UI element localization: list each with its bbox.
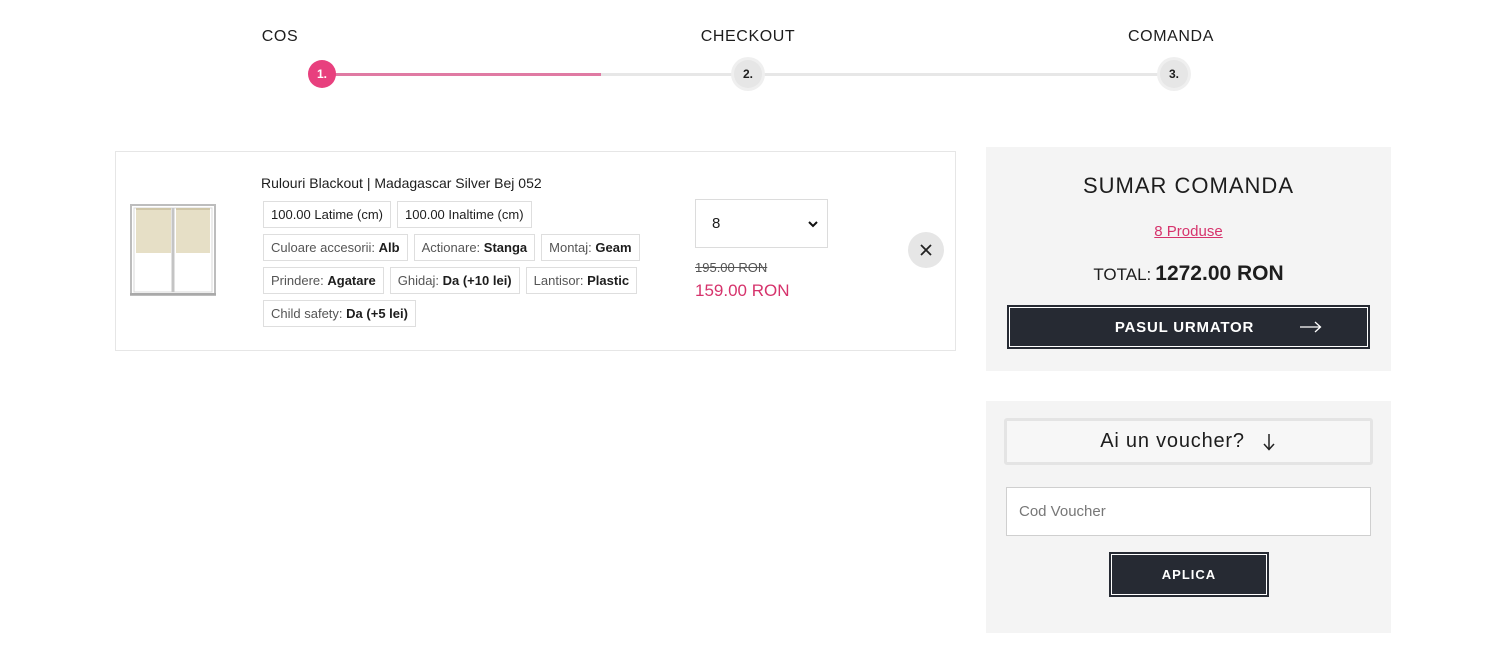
product-options: 100.00 Latime (cm) 100.00 Inaltime (cm) … [263,201,673,327]
cart-item: Rulouri Blackout | Madagascar Silver Bej… [115,151,956,351]
summary-product-count-link[interactable]: 8 Produse [986,223,1391,240]
option-child-safety: Child safety: Da (+5 lei) [263,300,416,327]
option-inaltime-label: Inaltime (cm) [448,207,524,222]
voucher-toggle[interactable]: Ai un voucher? [1004,418,1373,465]
option-prindere-label: Prindere: [271,273,324,288]
summary-title: SUMAR COMANDA [1082,173,1294,198]
option-lantisor: Lantisor: Plastic [525,267,638,294]
chevron-down-icon [808,220,818,227]
voucher-toggle-label: Ai un voucher? [1100,430,1245,452]
option-ghidaj-label: Ghidaj: [397,273,439,288]
option-montaj-label: Montaj: [549,240,592,255]
option-prindere: Prindere: Agatare [263,267,384,294]
quantity-select[interactable]: 8 [695,199,828,248]
option-montaj: Montaj: Geam [541,234,640,261]
option-latime-label: Latime (cm) [314,207,384,222]
option-culoare-label: Culoare accesorii: [271,240,376,255]
option-inaltime-value: 100.00 [405,207,445,222]
arrow-right-icon [1300,321,1322,333]
summary-total-value: 1272.00 RON [1155,262,1284,285]
old-price: 195.00 RON [695,260,768,275]
option-lantisor-label: Lantisor: [533,273,584,288]
step-circle-1[interactable]: 1. [308,60,336,88]
option-ghidaj: Ghidaj: Da (+10 lei) [389,267,520,294]
apply-voucher-button[interactable]: APLICA [1109,552,1269,597]
remove-item-button[interactable] [908,232,944,268]
step-label-comanda[interactable]: COMANDA [1128,28,1214,46]
option-lantisor-value: Plastic [587,273,630,288]
option-culoare-value: Alb [378,240,400,255]
order-summary: SUMAR COMANDA 8 Produse TOTAL: 1272.00 RO… [986,147,1391,371]
option-montaj-value: Geam [595,240,632,255]
window-blind-icon[interactable] [130,204,216,296]
product-name[interactable]: Rulouri Blackout | Madagascar Silver Bej… [261,175,542,191]
option-child-safety-value: Da (+5 lei) [346,306,408,321]
option-child-safety-label: Child safety: [271,306,343,321]
voucher-panel: Ai un voucher? APLICA [986,401,1391,633]
arrow-down-icon [1263,433,1275,451]
close-icon [920,244,932,256]
quantity-value: 8 [712,215,721,232]
step-label-checkout[interactable]: CHECKOUT [701,28,796,46]
summary-total-label: TOTAL: [1093,265,1152,284]
next-step-button[interactable]: PASUL URMATOR [1007,305,1370,349]
voucher-code-input[interactable] [1006,487,1371,536]
option-latime: 100.00 Latime (cm) [263,201,392,228]
option-culoare: Culoare accesorii: Alb [263,234,408,261]
option-actionare: Actionare: Stanga [413,234,536,261]
option-ghidaj-value: Da (+10 lei) [442,273,512,288]
step-label-cos[interactable]: COS [262,28,298,46]
option-actionare-label: Actionare: [421,240,481,255]
step-progress-fill [322,73,601,76]
summary-total: TOTAL: 1272.00 RON [986,262,1391,286]
step-circle-3[interactable]: 3. [1160,60,1188,88]
current-price: 159.00 RON [695,281,790,300]
option-actionare-value: Stanga [483,240,528,255]
option-inaltime: 100.00 Inaltime (cm) [397,201,532,228]
next-step-label: PASUL URMATOR [1114,318,1255,336]
option-latime-value: 100.00 [271,207,311,222]
step-circle-2[interactable]: 2. [734,60,762,88]
option-prindere-value: Agatare [327,273,376,288]
